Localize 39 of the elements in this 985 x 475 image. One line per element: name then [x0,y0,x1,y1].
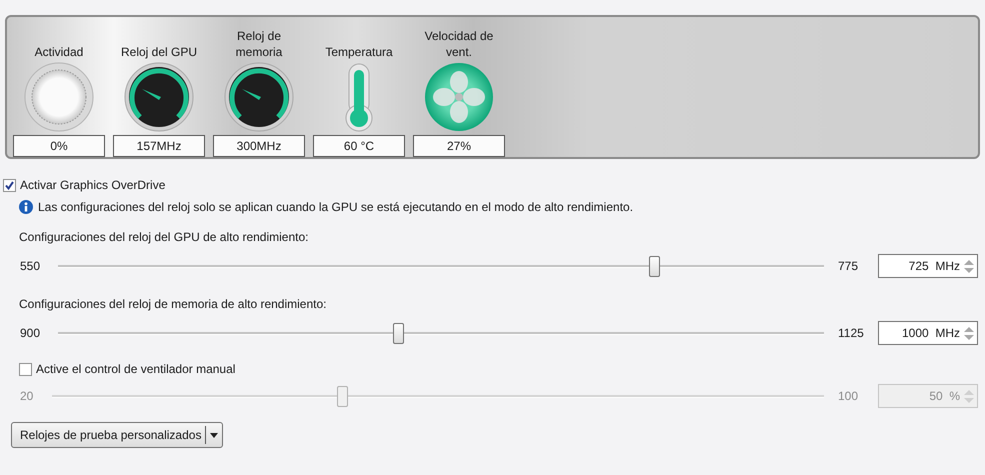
monitor-value: 157MHz [113,135,205,157]
min-value: 20 [20,388,34,405]
monitor-label: Velocidad de vent. [424,28,494,60]
max-value: 775 [837,258,860,275]
slider[interactable] [58,322,824,344]
max-value: 100 [837,388,860,405]
max-value: 1125 [837,325,865,342]
slider-label: Configuraciones del reloj de memoria de alto rendimiento: [19,296,326,313]
slider-thumb[interactable] [648,256,660,276]
slider[interactable] [52,386,824,406]
info-icon [19,200,33,214]
fan-icon [424,62,494,132]
monitor-label: Actividad [34,44,84,60]
slider[interactable] [58,256,824,276]
spin-arrows-icon [963,258,975,274]
slider-thumb[interactable] [393,322,404,344]
checkbox-label: Active el control de ventilador manual [36,361,236,378]
checkbox-label: Activar Graphics OverDrive [20,177,166,194]
monitor-label: Temperatura [325,44,393,60]
monitor-value: 60 °C [313,135,405,157]
monitor-value: 300MHz [213,135,305,157]
activity-ring-icon [24,62,94,132]
monitor-value: 0% [13,135,105,157]
monitor-label: Reloj del GPU [120,44,198,60]
spin-field[interactable]: 1000 MHz [878,321,978,345]
info-text: Las configuraciones del reloj solo se aplican cuando la GPU se está ejecutando en el modo de alto rendimiento. [38,199,634,216]
gauge-icon [124,62,194,132]
monitor-label: Reloj de memoria [234,28,284,60]
slider-label: Configuraciones del reloj del GPU de alto rendimiento: [19,229,308,246]
test-clocks-button[interactable]: Relojes de prueba personalizados [11,422,224,448]
spin-field[interactable]: 725 MHz [878,254,978,278]
caret-icon [210,432,218,438]
min-value: 550 [20,258,42,275]
spin-arrows-icon [963,388,975,404]
overdrive-checkbox[interactable] [3,178,16,192]
min-value: 900 [20,325,42,342]
gauge-icon [224,62,294,132]
monitor-value: 27% [413,135,505,157]
spin-arrows-icon [963,324,975,342]
